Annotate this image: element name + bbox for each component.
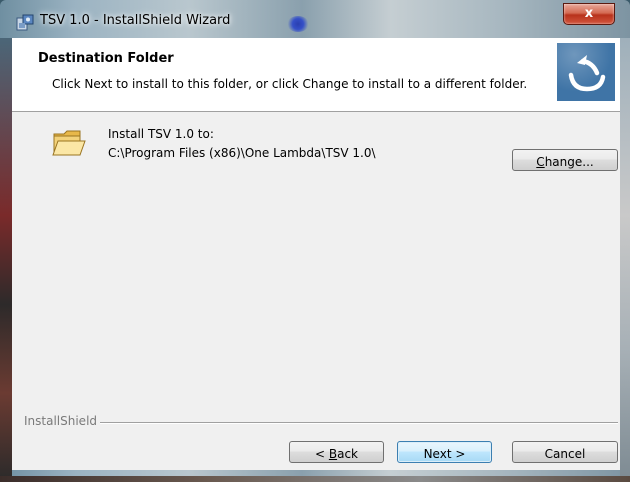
footer-divider bbox=[100, 422, 618, 424]
next-button[interactable]: Next > bbox=[397, 441, 492, 463]
back-button-label: ack bbox=[337, 447, 358, 461]
page-title: Destination Folder bbox=[38, 51, 174, 66]
back-button-accel: B bbox=[328, 447, 338, 461]
dialog-client: Destination Folder Click Next to install… bbox=[12, 38, 620, 470]
window-frame-left bbox=[0, 38, 12, 482]
close-icon: x bbox=[584, 6, 594, 21]
page-subtitle: Click Next to install to this folder, or… bbox=[52, 77, 528, 91]
cancel-button[interactable]: Cancel bbox=[512, 441, 618, 463]
titlebar-glow bbox=[287, 16, 309, 32]
install-to-label: Install TSV 1.0 to: bbox=[108, 127, 214, 141]
back-button[interactable]: < Back bbox=[289, 441, 384, 463]
window-frame-right bbox=[620, 38, 630, 482]
window-title: TSV 1.0 - InstallShield Wizard bbox=[40, 13, 231, 28]
change-button-label: hange... bbox=[544, 155, 594, 169]
header-banner: Destination Folder Click Next to install… bbox=[12, 38, 620, 112]
back-button-prefix: < bbox=[314, 447, 329, 461]
folder-icon bbox=[52, 130, 86, 156]
install-path-value: C:\Program Files (x86)\One Lambda\TSV 1.… bbox=[108, 146, 376, 160]
change-button[interactable]: Change... bbox=[512, 149, 618, 171]
installshield-logo-icon bbox=[557, 43, 615, 101]
installshield-brand: InstallShield bbox=[24, 414, 98, 428]
window-frame-bottom bbox=[0, 476, 630, 482]
title-bar[interactable]: TSV 1.0 - InstallShield Wizard x bbox=[0, 0, 630, 38]
installer-app-icon bbox=[16, 14, 34, 31]
close-button[interactable]: x bbox=[563, 3, 615, 25]
change-button-accel: C bbox=[536, 155, 545, 169]
